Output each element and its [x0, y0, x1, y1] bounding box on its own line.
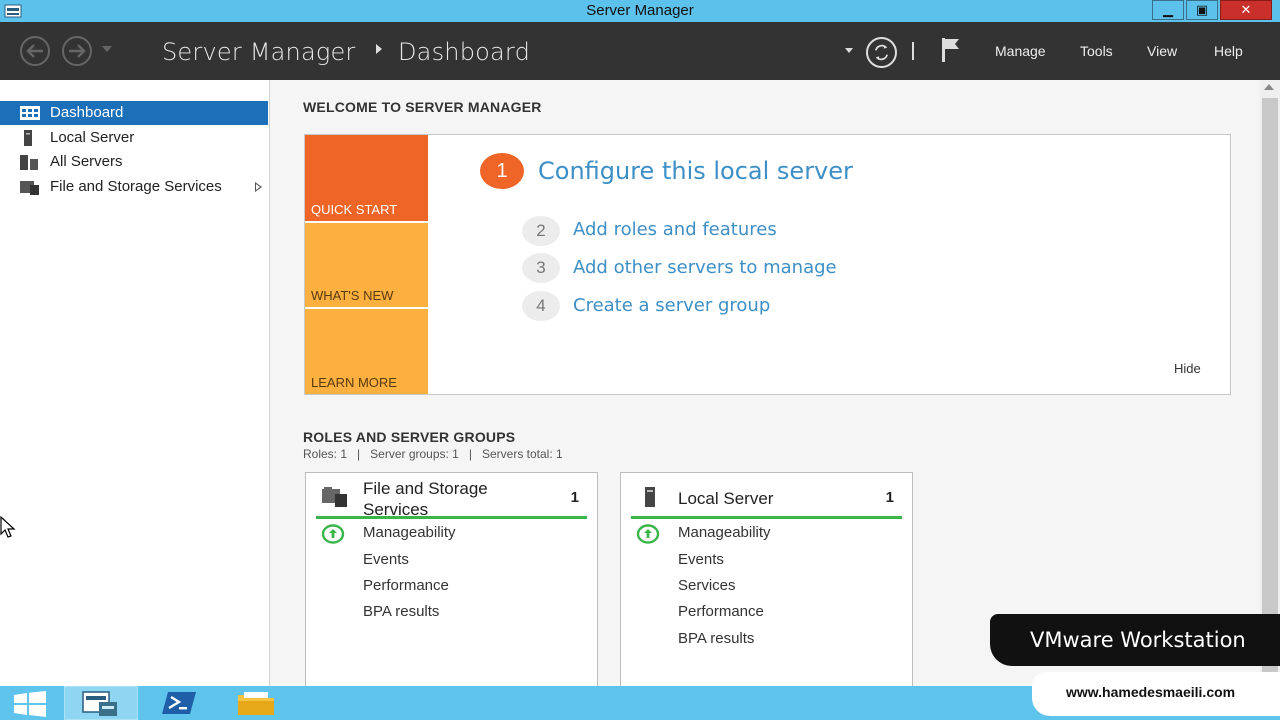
- sidebar-item-label: Dashboard: [50, 104, 124, 121]
- server-icon: [645, 487, 655, 507]
- sidebar-item-local-server[interactable]: Local Server: [0, 126, 268, 150]
- storage-icon: [20, 181, 39, 195]
- card-row-performance[interactable]: Performance: [678, 603, 764, 620]
- card-row-bpa-results[interactable]: BPA results: [363, 603, 439, 620]
- app-header: Server Manager Dashboard Manage Tools Vi…: [0, 22, 1280, 80]
- taskbar-powershell[interactable]: [145, 686, 215, 720]
- step-number-badge: 4: [522, 291, 560, 321]
- card-row-events[interactable]: Events: [363, 551, 409, 568]
- card-row-services[interactable]: Services: [678, 577, 736, 594]
- card-count: 1: [570, 489, 579, 506]
- minimize-button[interactable]: ▁: [1152, 0, 1184, 20]
- sidebar-item-dashboard[interactable]: Dashboard: [0, 101, 268, 125]
- card-row-manageability[interactable]: Manageability: [363, 524, 456, 541]
- card-row-manageability[interactable]: Manageability: [678, 524, 771, 541]
- notifications-flag-icon[interactable]: [940, 36, 962, 64]
- close-button[interactable]: ✕: [1220, 0, 1272, 20]
- back-button[interactable]: [20, 36, 50, 66]
- refresh-dropdown-icon[interactable]: [845, 48, 853, 53]
- taskbar-file-explorer[interactable]: [222, 686, 290, 720]
- card-title[interactable]: File and Storage Services: [363, 478, 553, 520]
- menu-view[interactable]: View: [1147, 43, 1177, 59]
- breadcrumb-separator-icon: [376, 44, 382, 54]
- refresh-icon[interactable]: [866, 37, 897, 68]
- sidebar-item-file-storage[interactable]: File and Storage Services: [0, 175, 268, 199]
- server-icon: [24, 130, 32, 146]
- tile-label: LEARN MORE: [311, 375, 397, 390]
- server-manager-taskbar-icon: [82, 691, 117, 716]
- scrollbar-thumb[interactable]: [1262, 98, 1278, 673]
- dashboard-icon: [20, 106, 40, 120]
- roles-stats: Roles: 1 | Server groups: 1 | Servers to…: [303, 447, 563, 461]
- create-server-group-link[interactable]: Create a server group: [573, 295, 770, 316]
- menu-manage[interactable]: Manage: [995, 43, 1046, 59]
- history-dropdown-icon[interactable]: [102, 46, 112, 52]
- tile-whats-new[interactable]: WHAT'S NEW: [305, 223, 428, 307]
- powershell-icon: [162, 692, 196, 714]
- tile-learn-more[interactable]: LEARN MORE: [305, 309, 428, 394]
- card-count: 1: [885, 489, 894, 506]
- status-bar: [631, 516, 902, 519]
- sidebar-item-all-servers[interactable]: All Servers: [0, 150, 268, 174]
- watermark-vmware-text: VMware Workstation: [1030, 628, 1246, 652]
- step-number-badge: 3: [522, 253, 560, 283]
- tile-quick-start[interactable]: QUICK START: [305, 135, 428, 221]
- step-number-badge: 1: [480, 153, 524, 189]
- sidebar-item-label: File and Storage Services: [50, 178, 222, 195]
- expand-arrow-icon[interactable]: [255, 182, 262, 192]
- maximize-button[interactable]: ▣: [1186, 0, 1218, 20]
- tile-label: QUICK START: [311, 202, 398, 217]
- scroll-up-icon[interactable]: [1264, 84, 1274, 90]
- menu-help[interactable]: Help: [1214, 43, 1243, 59]
- breadcrumb-current: Dashboard: [398, 38, 531, 66]
- windows-start-icon[interactable]: [13, 691, 47, 717]
- taskbar-server-manager[interactable]: [64, 686, 138, 720]
- sidebar-item-label: All Servers: [50, 153, 123, 170]
- arrow-right-icon: [69, 44, 86, 58]
- tile-label: WHAT'S NEW: [311, 288, 394, 303]
- add-other-servers-link[interactable]: Add other servers to manage: [573, 257, 837, 278]
- header-divider: [912, 42, 914, 60]
- configure-local-server-link[interactable]: Configure this local server: [538, 157, 853, 185]
- window-titlebar: Server Manager: [0, 0, 1280, 22]
- card-row-events[interactable]: Events: [678, 551, 724, 568]
- arrow-left-icon: [26, 44, 43, 58]
- step-number-badge: 2: [522, 216, 560, 246]
- sidebar: Dashboard Local Server All Servers File …: [0, 80, 270, 686]
- watermark-website-text: www.hamedesmaeili.com: [1066, 684, 1236, 700]
- card-title[interactable]: Local Server: [678, 488, 868, 509]
- card-row-performance[interactable]: Performance: [363, 577, 449, 594]
- manageability-ok-icon: [636, 524, 660, 544]
- window-title: Server Manager: [586, 2, 694, 19]
- welcome-heading: WELCOME TO SERVER MANAGER: [303, 99, 542, 115]
- role-card-file-storage[interactable]: File and Storage Services 1 Manageabilit…: [305, 472, 598, 687]
- breadcrumb-root[interactable]: Server Manager: [162, 38, 356, 66]
- card-row-bpa-results[interactable]: BPA results: [678, 630, 754, 647]
- storage-icon: [322, 487, 347, 507]
- menu-tools[interactable]: Tools: [1080, 43, 1113, 59]
- roles-heading: ROLES AND SERVER GROUPS: [303, 429, 516, 445]
- manageability-ok-icon: [321, 524, 345, 544]
- status-bar: [316, 516, 587, 519]
- hide-welcome-link[interactable]: Hide: [1174, 361, 1201, 376]
- sidebar-item-label: Local Server: [50, 129, 135, 146]
- forward-button[interactable]: [62, 36, 92, 66]
- role-card-local-server[interactable]: Local Server 1 Manageability Events Serv…: [620, 472, 913, 687]
- mouse-cursor-icon: [0, 516, 16, 538]
- folder-icon: [238, 692, 274, 715]
- servers-icon: [20, 155, 38, 170]
- add-roles-features-link[interactable]: Add roles and features: [573, 219, 777, 240]
